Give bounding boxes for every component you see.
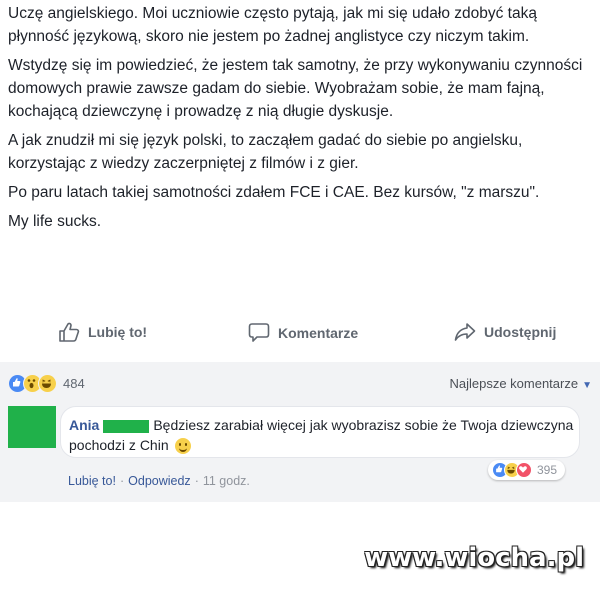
post-paragraph: My life sucks. [8,213,102,230]
comment-icon [248,323,270,342]
censor-block [103,419,150,433]
haha-reaction-icon [38,374,57,393]
comment-content: Ania Będziesz zarabiał więcej jak wyobraz… [69,415,574,455]
separator: · [119,474,125,488]
comments-section: 484 Najlepsze komentarze ▼ Ania Będziesz z… [0,362,600,502]
post-paragraph: A jak znudził mi się język polski, to za… [8,132,523,172]
reactions-summary[interactable]: 484 [8,374,85,393]
comment-timestamp[interactable]: 11 godz. [203,474,250,488]
thumbs-up-icon [59,322,80,342]
post-paragraph: Wstydzę się im powiedzieć, że jestem tak… [8,57,583,120]
watermark: www.wiocha.pl [364,543,584,573]
comment-author[interactable]: Ania [69,417,99,433]
like-label: Lubię to! [88,324,148,340]
share-button[interactable]: Udostępnij [454,322,556,342]
post-body: Uczę angielskiego. Moi uczniowie często … [8,2,592,239]
post-paragraph: Po paru latach takiej samotności zdałem … [8,184,540,201]
share-label: Udostępnij [484,324,557,340]
comment-reaction-count: 395 [537,463,558,477]
sort-label: Najlepsze komentarze [449,376,579,391]
separator: · [194,474,199,488]
comment-label: Komentarze [278,324,359,341]
comment-like-link[interactable]: Lubię to! [68,474,116,488]
caret-down-icon: ▼ [582,380,592,391]
love-reaction-icon [516,462,532,478]
comment-reactions[interactable]: 395 [488,460,566,480]
share-icon [454,323,476,341]
reaction-count: 484 [63,376,85,391]
avatar[interactable] [8,406,56,448]
post-action-bar: Lubię to! Komentarze Udostępnij [0,316,600,354]
reply-link[interactable]: Odpowiedz [128,474,191,488]
smiley-emoji-icon [174,438,191,455]
comment-button[interactable]: Komentarze [248,322,358,343]
comment-actions: Lubię to! · Odpowiedz · 11 godz. [68,474,250,488]
post-paragraph: Uczę angielskiego. Moi uczniowie często … [8,5,537,45]
like-button[interactable]: Lubię to! [58,322,147,342]
comment-bubble: Ania Będziesz zarabiał więcej jak wyobraz… [60,406,580,458]
comment-sort-dropdown[interactable]: Najlepsze komentarze ▼ [449,376,592,391]
